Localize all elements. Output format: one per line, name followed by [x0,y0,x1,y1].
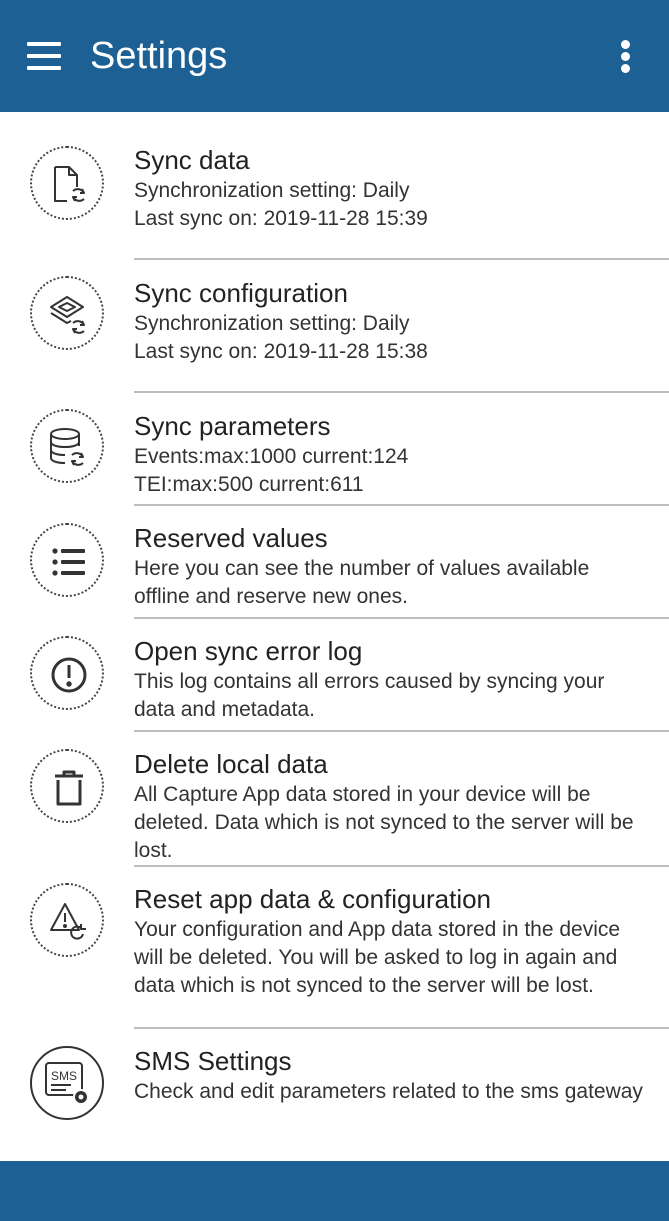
sync-setting-text: Synchronization setting: Daily [134,179,410,202]
item-description: Your configuration and App data stored i… [134,918,621,997]
page-title: Settings [90,35,228,77]
events-text: Events:max:1000 current:124 [134,445,409,468]
warning-reset-icon [30,883,104,957]
menu-icon[interactable] [27,42,63,70]
setting-delete-local-data[interactable]: Delete local data All Capture App data s… [0,732,669,864]
svg-text:SMS: SMS [51,1069,77,1083]
trash-icon [30,749,104,823]
item-description: This log contains all errors caused by s… [134,670,605,721]
bottom-bar [0,1161,669,1221]
setting-sync-data[interactable]: Sync data Synchronization setting: Daily… [0,112,669,260]
more-vert-icon[interactable] [616,38,636,78]
sync-layers-icon [30,276,104,350]
item-title: SMS Settings [134,1046,292,1076]
item-title: Open sync error log [134,636,363,666]
item-title: Sync configuration [134,278,348,308]
item-description: All Capture App data stored in your devi… [134,783,634,862]
app-bar: Settings [0,0,669,112]
last-sync-text: Last sync on: 2019-11-28 15:38 [134,340,428,363]
setting-reset-app[interactable]: Reset app data & configuration Your conf… [0,867,669,1027]
error-icon [30,636,104,710]
setting-sync-configuration[interactable]: Sync configuration Synchronization setti… [0,260,669,392]
setting-sync-parameters[interactable]: Sync parameters Events:max:1000 current:… [0,393,669,505]
sync-setting-text: Synchronization setting: Daily [134,312,410,335]
setting-sms[interactable]: SMS SMS Settings Check and edit paramete… [0,1029,669,1161]
tei-text: TEI:max:500 current:611 [134,473,364,496]
last-sync-text: Last sync on: 2019-11-28 15:39 [134,207,428,230]
setting-reserved-values[interactable]: Reserved values Here you can see the num… [0,506,669,618]
item-description: Here you can see the number of values av… [134,557,590,608]
sync-database-icon [30,409,104,483]
sms-settings-icon: SMS [30,1046,104,1120]
item-title: Sync parameters [134,411,331,441]
item-title: Sync data [134,145,250,175]
sync-file-icon [30,146,104,220]
list-icon [30,523,104,597]
item-title: Reserved values [134,523,328,553]
item-title: Reset app data & configuration [134,884,492,914]
item-description: Check and edit parameters related to the… [134,1080,643,1103]
item-title: Delete local data [134,749,328,779]
setting-sync-error-log[interactable]: Open sync error log This log contains al… [0,619,669,731]
